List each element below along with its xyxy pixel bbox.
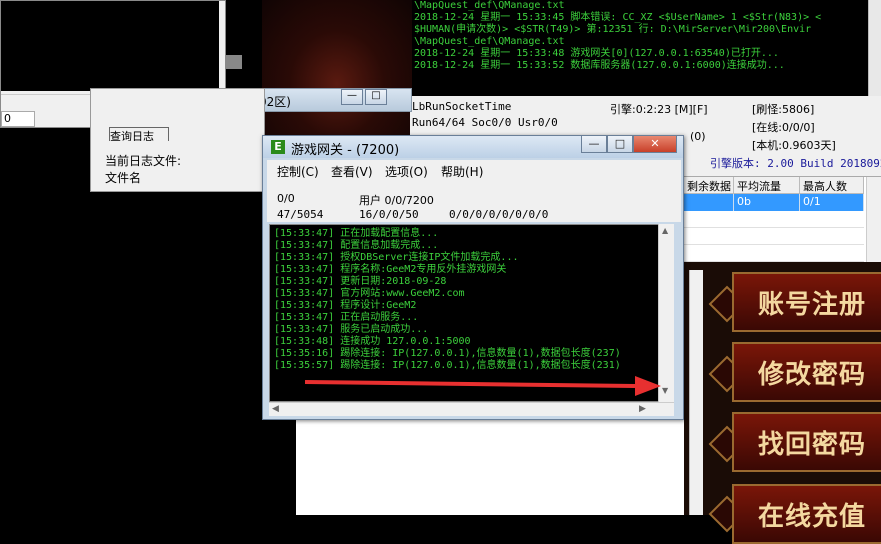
log-line: \MapQuest_def\QManage.txt [414, 36, 565, 47]
gate-window-title: 游戏网关 - (7200) [291, 143, 400, 158]
engine-time: 引擎:0:2:23 [M][F] [610, 103, 708, 116]
scroll-up-icon[interactable]: ▲ [662, 226, 668, 235]
log-line: [15:35:16] 踢除连接: IP(127.0.0.1),信息数量(1),数… [274, 348, 621, 359]
engine-version: 引擎版本: 2.00 Build 20180928 [710, 157, 881, 170]
gate-titlebar[interactable]: E 游戏网关 - (7200) — □ ✕ [263, 136, 683, 158]
misc-count: 0/0/0/0/0/0/0/0 [449, 208, 549, 221]
log-line: 2018-12-24 星期一 15:33:52 数据库服务器(127.0.0.1… [414, 60, 785, 71]
log-line: [15:33:47] 正在加载配置信息... [274, 228, 439, 239]
log-line: [15:33:48] 连接成功 127.0.0.1:5000 [274, 336, 471, 347]
table-cell[interactable] [684, 194, 734, 211]
log-line: [15:33:47] 授权DBServer连接IP文件加载完成... [274, 252, 519, 263]
menu-control[interactable]: 控制(C) [277, 163, 319, 180]
left-console-field[interactable]: 0 [1, 111, 35, 127]
gate-menubar: 控制(C) 查看(V) 选项(O) 帮助(H) [267, 160, 681, 180]
maximize-button[interactable]: □ [365, 89, 387, 105]
tab-query-log[interactable]: 查询日志 [109, 127, 169, 141]
connection-count: 0/0 [277, 192, 295, 205]
gray-block [226, 55, 242, 69]
recharge-button[interactable]: 在线充值 [732, 484, 881, 544]
table-empty-rows [684, 211, 864, 263]
table-cell[interactable]: 0/1 [800, 194, 864, 211]
log-line: \MapQuest_def\QManage.txt [414, 0, 565, 11]
queue-count: 16/0/0/50 [359, 208, 419, 221]
menu-help[interactable]: 帮助(H) [441, 163, 483, 180]
gate-stats-table: 剩余数据 平均流量 最高人数 0b 0/1 [684, 176, 881, 263]
log-line: [15:33:47] 更新日期:2018-09-28 [274, 276, 447, 287]
server-log-scrollbar[interactable] [868, 0, 881, 96]
game-art-top [262, 0, 412, 140]
table-scrollbar[interactable] [866, 177, 881, 263]
column-header[interactable]: 剩余数据 [684, 177, 734, 194]
scroll-right-icon[interactable]: ▶ [639, 404, 646, 414]
status-value: (0) [690, 130, 706, 143]
column-header[interactable]: 最高人数 [800, 177, 864, 194]
minimize-button[interactable]: — [581, 136, 607, 153]
log-line: [15:33:47] 程序设计:GeeM2 [274, 300, 417, 311]
refresh-count: [刷怪:5806] [752, 103, 815, 116]
byte-count: 47/5054 [277, 208, 324, 221]
log-line: 2018-12-24 星期一 15:33:45 脚本错误: CC_XZ <$Us… [414, 12, 822, 23]
local-uptime: [本机:0.9603天] [752, 139, 836, 152]
current-log-label: 当前日志文件: [105, 154, 182, 168]
log-line: [15:33:47] 官方网站:www.GeeM2.com [274, 288, 465, 299]
log-line: [15:33:47] 正在启动服务... [274, 312, 419, 323]
page-scrollbar[interactable] [689, 270, 703, 515]
menu-view[interactable]: 查看(V) [331, 163, 373, 180]
server-log-output: \MapQuest_def\QManage.txt 2018-12-24 星期一 … [412, 0, 881, 96]
gate-app-icon: E [271, 140, 285, 154]
table-cell[interactable]: 0b [734, 194, 800, 211]
gate-log-hscrollbar[interactable]: ◀ ▶ [269, 402, 674, 416]
log-line: [15:33:47] 服务已启动成功... [274, 324, 429, 335]
minimize-button[interactable]: — [341, 89, 363, 105]
gate-info-panel: 0/0 用户 0/0/7200 47/5054 16/0/0/50 0/0/0/… [267, 180, 681, 222]
maximize-button[interactable]: □ [607, 136, 633, 153]
left-console-output [1, 1, 219, 91]
log-line: [15:33:47] 配置信息加载完成... [274, 240, 439, 251]
red-arrow-annotation [305, 376, 661, 396]
close-button[interactable]: ✕ [633, 136, 677, 153]
run-socket-label: LbRunSocketTime [412, 100, 512, 113]
recover-password-button[interactable]: 找回密码 [732, 412, 881, 472]
log-file-window: 查询日志 当前日志文件: 文件名 [90, 88, 265, 192]
scroll-left-icon[interactable]: ◀ [272, 404, 279, 414]
online-count: [在线:0/0/0] [752, 121, 815, 134]
change-password-button[interactable]: 修改密码 [732, 342, 881, 402]
file-name-label: 文件名 [105, 171, 142, 185]
log-line: 2018-12-24 星期一 15:33:48 游戏网关[0](127.0.0.… [414, 48, 779, 59]
user-count: 用户 0/0/7200 [359, 194, 434, 207]
log-line: $HUMAN(申请次数)> <$STR(T49)> 第:12351 行: D:\… [414, 24, 812, 35]
game-launcher-art: 账号注册 修改密码 找回密码 在线充值 [684, 262, 881, 544]
register-account-button[interactable]: 账号注册 [732, 272, 881, 332]
menu-options[interactable]: 选项(O) [385, 163, 428, 180]
browser-content [296, 420, 684, 515]
column-header[interactable]: 平均流量 [734, 177, 800, 194]
run-stats: Run64/64 Soc0/0 Usr0/0 [412, 116, 558, 129]
log-line: [15:33:47] 程序名称:GeeM2专用反外挂游戏网关 [274, 264, 507, 275]
